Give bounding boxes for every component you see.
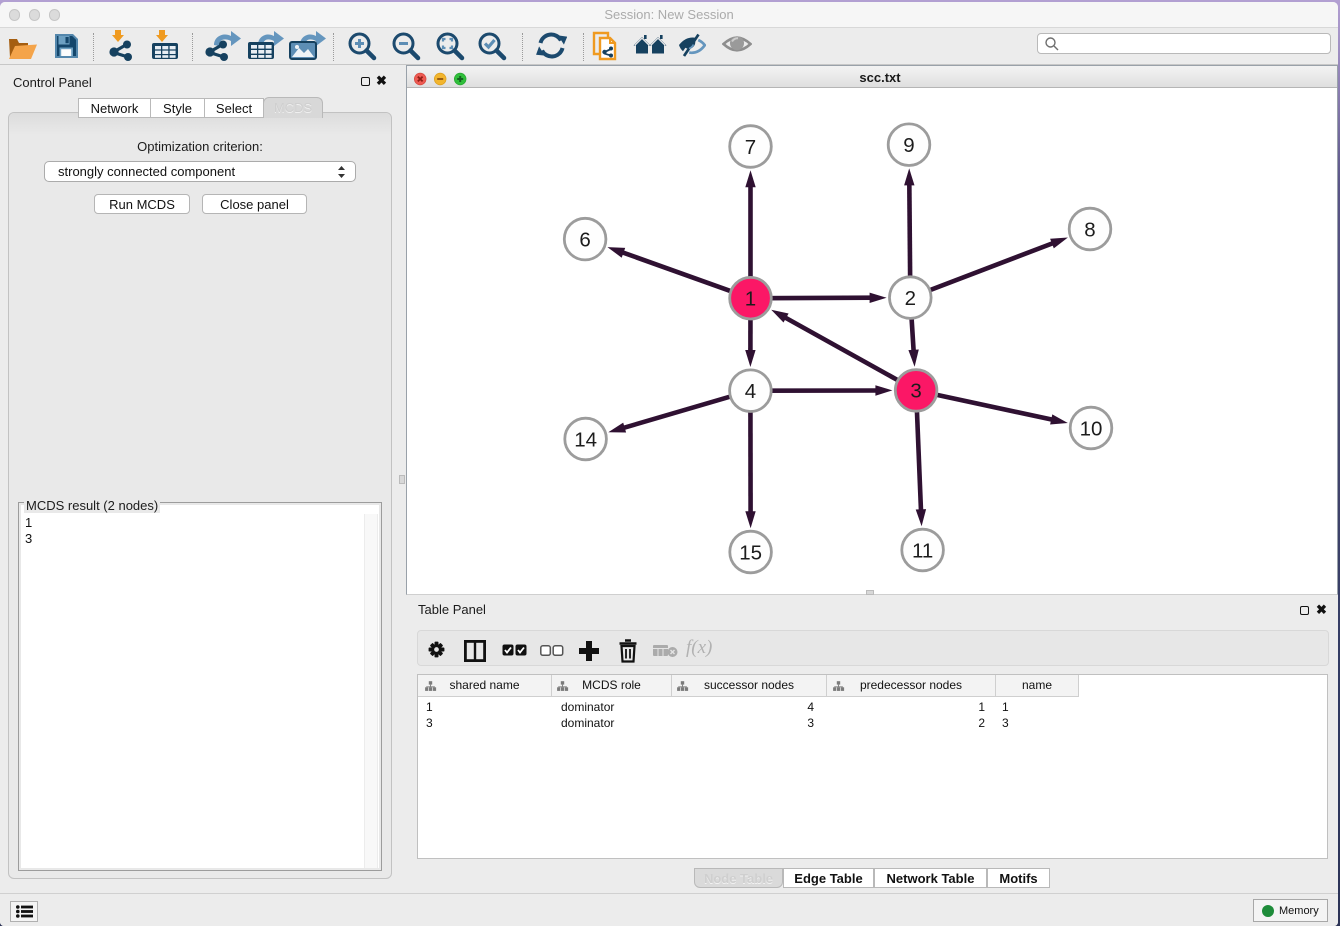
svg-text:4: 4 xyxy=(744,380,755,403)
svg-text:14: 14 xyxy=(574,428,597,451)
svg-text:7: 7 xyxy=(744,136,755,159)
svg-text:8: 8 xyxy=(1084,218,1095,241)
svg-text:1: 1 xyxy=(744,287,755,310)
svg-text:6: 6 xyxy=(579,228,590,251)
svg-text:11: 11 xyxy=(911,539,932,562)
svg-text:15: 15 xyxy=(739,541,762,564)
svg-text:9: 9 xyxy=(903,134,914,157)
svg-text:3: 3 xyxy=(910,379,921,402)
svg-text:2: 2 xyxy=(904,287,915,310)
svg-text:10: 10 xyxy=(1079,417,1102,440)
